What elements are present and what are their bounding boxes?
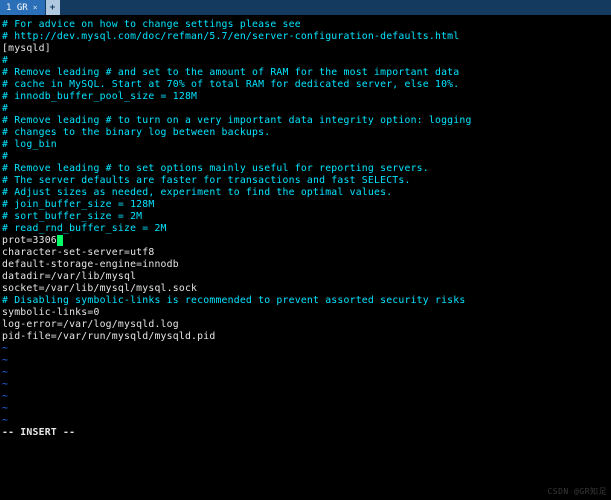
editor-line: ~ — [2, 367, 609, 379]
terminal-editor[interactable]: # For advice on how to change settings p… — [0, 15, 611, 500]
editor-line: # Remove leading # to turn on a very imp… — [2, 115, 609, 127]
editor-line: ~ — [2, 379, 609, 391]
editor-line: # — [2, 151, 609, 163]
plus-icon: + — [50, 3, 55, 13]
editor-line: # For advice on how to change settings p… — [2, 19, 609, 31]
editor-line: ~ — [2, 391, 609, 403]
editor-line: pid-file=/var/run/mysqld/mysqld.pid — [2, 331, 609, 343]
watermark-text: CSDN @GR知足 — [547, 486, 607, 498]
editor-line: # innodb_buffer_pool_size = 128M — [2, 91, 609, 103]
editor-line: # — [2, 103, 609, 115]
editor-line: character-set-server=utf8 — [2, 247, 609, 259]
vim-mode-status: -- INSERT -- — [2, 427, 609, 439]
editor-line: ~ — [2, 415, 609, 427]
editor-line: # join_buffer_size = 128M — [2, 199, 609, 211]
editor-line: # changes to the binary log between back… — [2, 127, 609, 139]
new-tab-button[interactable]: + — [46, 0, 60, 15]
editor-line: prot=3306 — [2, 235, 609, 247]
editor-line: # log_bin — [2, 139, 609, 151]
text-cursor — [57, 235, 63, 246]
editor-line: [mysqld] — [2, 43, 609, 55]
editor-line: log-error=/var/log/mysqld.log — [2, 319, 609, 331]
editor-line: # Disabling symbolic-links is recommende… — [2, 295, 609, 307]
editor-line: # read_rnd_buffer_size = 2M — [2, 223, 609, 235]
editor-line: # — [2, 55, 609, 67]
tab-bar: 1 GR × + — [0, 0, 611, 15]
editor-line: # http://dev.mysql.com/doc/refman/5.7/en… — [2, 31, 609, 43]
tab-label: 1 GR — [6, 3, 28, 13]
editor-line: # Remove leading # and set to the amount… — [2, 67, 609, 79]
editor-line: # cache in MySQL. Start at 70% of total … — [2, 79, 609, 91]
editor-line: datadir=/var/lib/mysql — [2, 271, 609, 283]
editor-line: # sort_buffer_size = 2M — [2, 211, 609, 223]
editor-line: ~ — [2, 343, 609, 355]
editor-line: symbolic-links=0 — [2, 307, 609, 319]
editor-line: # Remove leading # to set options mainly… — [2, 163, 609, 175]
editor-line: default-storage-engine=innodb — [2, 259, 609, 271]
editor-line: # The server defaults are faster for tra… — [2, 175, 609, 187]
editor-line: socket=/var/lib/mysql/mysql.sock — [2, 283, 609, 295]
terminal-tab-1[interactable]: 1 GR × — [0, 0, 46, 15]
editor-line: ~ — [2, 355, 609, 367]
editor-line: ~ — [2, 403, 609, 415]
editor-line: # Adjust sizes as needed, experiment to … — [2, 187, 609, 199]
close-icon[interactable]: × — [32, 3, 39, 12]
